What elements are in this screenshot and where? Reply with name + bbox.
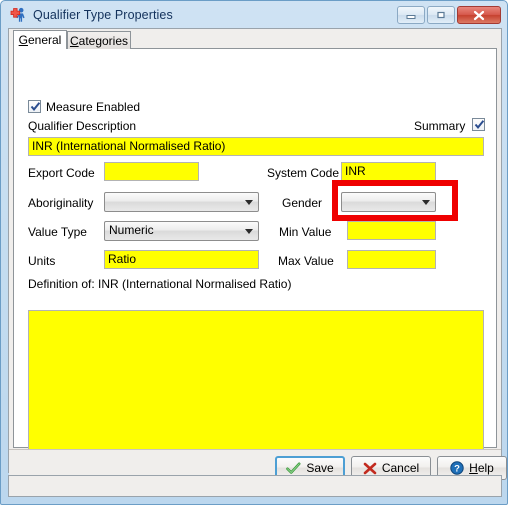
system-code-label: System Code: [267, 166, 340, 180]
red-x-icon: [363, 462, 377, 475]
qualifier-description-label: Qualifier Description: [28, 119, 137, 133]
dialog-client-area: General Categories Measure Enabled Summa…: [8, 28, 507, 486]
measure-enabled-checkbox[interactable]: [28, 100, 41, 113]
dialog-window: Qualifier Type Properties General Catego…: [0, 0, 508, 505]
aboriginality-select[interactable]: [104, 192, 259, 212]
max-value-input[interactable]: [347, 250, 436, 269]
value-type-label: Value Type: [28, 225, 87, 239]
chevron-down-icon: [245, 200, 253, 205]
aboriginality-label: Aboriginality: [28, 196, 94, 210]
min-value-input[interactable]: [347, 221, 436, 240]
units-input[interactable]: Ratio: [104, 250, 259, 269]
tab-strip: General Categories: [9, 29, 501, 49]
tab-page-general: Measure Enabled Summary Qualifier Descri…: [13, 48, 497, 482]
blue-question-icon: ?: [450, 461, 464, 475]
export-code-label: Export Code: [28, 166, 95, 180]
svg-text:?: ?: [454, 464, 460, 475]
tab-general[interactable]: General: [13, 30, 67, 49]
min-value-label: Min Value: [279, 225, 332, 239]
max-value-label: Max Value: [278, 254, 334, 268]
window-controls: [397, 6, 501, 24]
chevron-down-icon: [245, 229, 253, 234]
gender-select[interactable]: [341, 192, 436, 212]
medical-cross-person-icon: [9, 6, 27, 24]
export-code-input[interactable]: [104, 162, 199, 181]
measure-enabled-label: Measure Enabled: [46, 100, 141, 114]
minimize-button[interactable]: [397, 6, 425, 24]
summary-label: Summary: [414, 119, 466, 133]
help-button-label: Help: [469, 461, 494, 475]
window-title: Qualifier Type Properties: [33, 8, 173, 22]
definition-label: Definition of: INR (International Normal…: [28, 277, 292, 291]
value-type-select[interactable]: Numeric: [104, 221, 259, 241]
gender-label: Gender: [282, 196, 323, 210]
chevron-down-icon: [422, 200, 430, 205]
maximize-button[interactable]: [427, 6, 455, 24]
save-button-label: Save: [306, 461, 334, 475]
value-type-value: Numeric: [109, 223, 154, 237]
tab-categories-label: Categories: [69, 33, 129, 48]
help-button-accel: H: [469, 461, 478, 475]
status-bar: [8, 475, 502, 497]
qualifier-description-input[interactable]: INR (International Normalised Ratio): [28, 137, 484, 156]
close-button[interactable]: [457, 6, 501, 24]
green-check-icon: [286, 462, 301, 475]
tab-categories-accel: C: [69, 33, 79, 48]
title-bar[interactable]: Qualifier Type Properties: [2, 2, 506, 28]
summary-checkbox[interactable]: [472, 118, 485, 131]
tab-general-accel: G: [18, 33, 28, 47]
tab-general-label: General: [18, 33, 62, 47]
tab-categories[interactable]: Categories: [67, 31, 131, 49]
system-code-input[interactable]: INR: [341, 162, 436, 181]
units-label: Units: [28, 254, 56, 268]
cancel-button-label: Cancel: [381, 461, 420, 475]
